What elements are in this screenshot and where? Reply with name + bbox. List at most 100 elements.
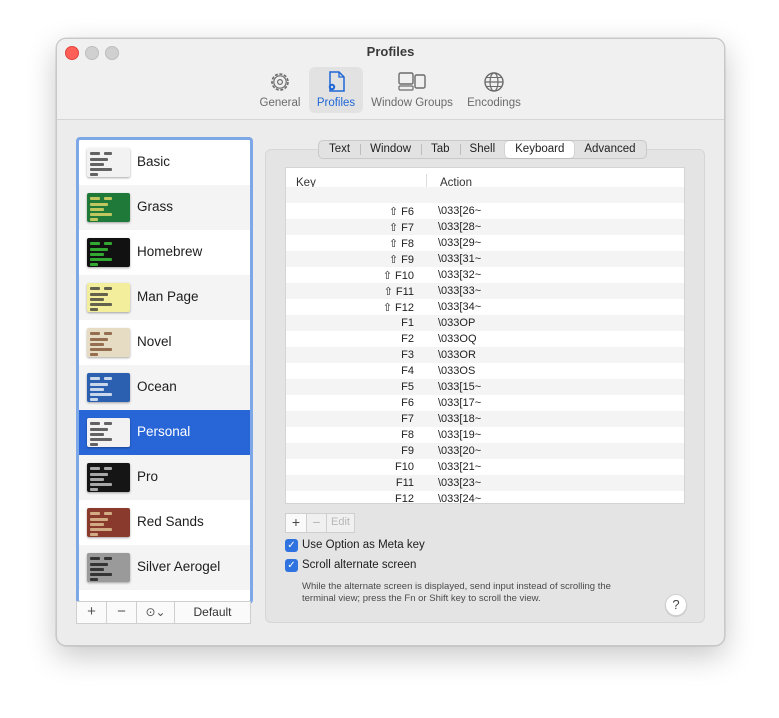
key-cell: ⇧ F8 [388, 238, 414, 250]
table-row[interactable]: F6 \033[17~ [286, 395, 684, 411]
table-row[interactable] [286, 187, 684, 203]
profile-list[interactable]: Basic Grass Homebrew Man Page Novel Ocean Pers… [76, 137, 253, 604]
profile-name: Homebrew [137, 244, 203, 259]
key-cell: ⇧ F12 [382, 302, 414, 314]
tab-shell[interactable]: Shell [459, 141, 506, 158]
toolbar-window-groups[interactable]: Window Groups [369, 67, 455, 113]
table-row[interactable]: F3 \033OR [286, 347, 684, 363]
key-cell: F9 [401, 445, 414, 457]
profile-thumbnail [87, 373, 130, 402]
key-cell: ⇧ F9 [388, 254, 414, 266]
profile-thumbnail [87, 328, 130, 357]
profile-thumbnail [87, 508, 130, 537]
action-cell: \033[21~ [438, 461, 482, 473]
help-button[interactable]: ? [665, 594, 687, 616]
action-cell: \033[31~ [438, 253, 482, 265]
tab-tab[interactable]: Tab [421, 141, 460, 158]
table-row[interactable]: F10 \033[21~ [286, 459, 684, 475]
profile-row[interactable]: Basic [79, 140, 250, 185]
table-row[interactable]: F9 \033[20~ [286, 443, 684, 459]
table-row[interactable]: ⇧ F7 \033[28~ [286, 219, 684, 235]
toolbar-window-groups-label: Window Groups [371, 97, 453, 109]
profile-thumbnail [87, 193, 130, 222]
default-profile-button[interactable]: Default [175, 602, 250, 623]
profile-thumbnail [87, 283, 130, 312]
profile-name: Silver Aerogel [137, 559, 221, 574]
table-row[interactable]: F1 \033OP [286, 315, 684, 331]
profile-row[interactable]: Red Sands [79, 500, 250, 545]
key-cell: F7 [401, 413, 414, 425]
action-cell: \033OP [438, 317, 476, 329]
table-row[interactable]: ⇧ F6 \033[26~ [286, 203, 684, 219]
profile-list-controls: + − ⊙⌄ Default [76, 601, 251, 624]
key-cell: F1 [401, 317, 414, 329]
add-profile-button[interactable]: + [77, 602, 106, 623]
profile-row[interactable]: Man Page [79, 275, 250, 320]
key-cell: ⇧ F7 [388, 222, 414, 234]
key-cell: F8 [401, 429, 414, 441]
add-key-mapping-button[interactable]: + [285, 513, 307, 533]
table-row[interactable]: ⇧ F12 \033[34~ [286, 299, 684, 315]
profile-name: Personal [137, 424, 191, 439]
table-row[interactable]: F7 \033[18~ [286, 411, 684, 427]
table-row[interactable]: ⇧ F8 \033[29~ [286, 235, 684, 251]
option-as-meta-checkbox[interactable]: ✓ [285, 539, 298, 552]
action-cell: \033[34~ [438, 301, 482, 313]
table-row[interactable]: F8 \033[19~ [286, 427, 684, 443]
toolbar-profiles[interactable]: Profiles [309, 67, 363, 113]
action-cell: \033[19~ [438, 429, 482, 441]
globe-icon [484, 72, 504, 92]
key-mapping-table[interactable]: Key Action ⇧ F6 \033[26~ ⇧ F7 \033[28~ ⇧ F8 \… [285, 167, 685, 504]
profile-row[interactable]: Homebrew [79, 230, 250, 275]
tab-text[interactable]: Text [319, 141, 360, 158]
action-cell: \033[17~ [438, 397, 482, 409]
edit-key-mapping-button[interactable]: Edit [326, 513, 355, 533]
table-row[interactable]: ⇧ F10 \033[32~ [286, 267, 684, 283]
tab-keyboard[interactable]: Keyboard [505, 141, 575, 158]
key-cell: F3 [401, 349, 414, 361]
tab-advanced[interactable]: Advanced [574, 141, 645, 158]
table-row[interactable]: ⇧ F11 \033[33~ [286, 283, 684, 299]
table-row[interactable]: F4 \033OS [286, 363, 684, 379]
toolbar-profiles-label: Profiles [316, 97, 356, 109]
profile-row[interactable]: Pro [79, 455, 250, 500]
action-cell: \033[29~ [438, 237, 482, 249]
action-cell: \033[28~ [438, 221, 482, 233]
profile-name: Pro [137, 469, 159, 484]
key-cell: F10 [395, 461, 414, 473]
toolbar-encodings[interactable]: Encodings [461, 67, 527, 113]
profile-name: Red Sands [137, 514, 204, 529]
tab-window[interactable]: Window [360, 141, 421, 158]
key-cell: ⇧ F10 [382, 270, 414, 282]
profile-row[interactable]: Novel [79, 320, 250, 365]
scroll-alternate-description: While the alternate screen is displayed,… [302, 581, 611, 604]
profile-name: Ocean [137, 379, 177, 394]
table-row[interactable]: F11 \033[23~ [286, 475, 684, 491]
action-cell: \033[26~ [438, 205, 482, 217]
scroll-alternate-checkbox[interactable]: ✓ [285, 559, 298, 572]
key-cell: F11 [395, 477, 414, 489]
table-row[interactable]: F5 \033[15~ [286, 379, 684, 395]
key-cell: ⇧ F11 [383, 286, 414, 298]
profile-row[interactable]: Personal [79, 410, 250, 455]
table-row[interactable]: F12 \033[24~ [286, 491, 684, 504]
profile-thumbnail [87, 418, 130, 447]
profile-name: Grass [137, 199, 174, 214]
table-row[interactable]: F2 \033OQ [286, 331, 684, 347]
table-row[interactable]: ⇧ F9 \033[31~ [286, 251, 684, 267]
profile-row[interactable]: Ocean [79, 365, 250, 410]
key-cell: F12 [395, 493, 414, 504]
window-title: Profiles [366, 44, 415, 59]
remove-key-mapping-button[interactable]: − [306, 513, 327, 533]
action-cell: \033OR [438, 349, 476, 361]
profile-actions-menu-button[interactable]: ⊙⌄ [137, 602, 174, 623]
profile-row[interactable]: Grass [79, 185, 250, 230]
profiles-icon [328, 71, 345, 92]
action-cell: \033[23~ [438, 477, 482, 489]
profile-row[interactable]: Silver Aerogel [79, 545, 250, 590]
key-cell: F6 [401, 397, 414, 409]
toolbar-general[interactable]: General [255, 67, 305, 113]
key-cell: F2 [401, 333, 414, 345]
remove-profile-button[interactable]: − [107, 602, 136, 623]
key-cell: F5 [401, 381, 414, 393]
